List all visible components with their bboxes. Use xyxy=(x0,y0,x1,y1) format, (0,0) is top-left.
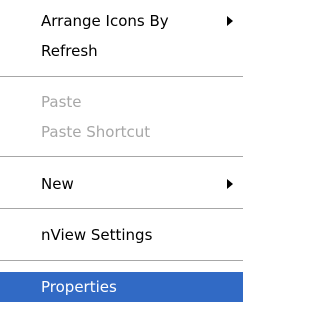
menu-item-label: nView Settings xyxy=(41,226,153,244)
menu-item-label: New xyxy=(41,175,74,193)
menu-item-arrange-icons-by[interactable]: Arrange Icons By xyxy=(0,6,243,36)
menu-item-paste-shortcut: Paste Shortcut xyxy=(0,117,243,147)
menu-item-label: Paste xyxy=(41,93,82,111)
menu-item-label: Arrange Icons By xyxy=(41,12,169,30)
submenu-arrow-icon xyxy=(227,179,233,189)
menu-separator xyxy=(0,260,243,261)
menu-item-properties[interactable]: Properties xyxy=(0,272,243,302)
menu-item-nview-settings[interactable]: nView Settings xyxy=(0,220,243,250)
menu-separator xyxy=(0,208,243,209)
menu-separator xyxy=(0,156,243,157)
menu-item-paste: Paste xyxy=(0,87,243,117)
desktop-context-menu: Arrange Icons By Refresh Paste Paste Sho… xyxy=(0,0,243,313)
menu-item-new[interactable]: New xyxy=(0,169,243,199)
submenu-arrow-icon xyxy=(227,16,233,26)
menu-separator xyxy=(0,76,243,77)
menu-item-refresh[interactable]: Refresh xyxy=(0,36,243,66)
menu-item-label: Paste Shortcut xyxy=(41,123,151,141)
menu-item-label: Refresh xyxy=(41,42,98,60)
menu-item-label: Properties xyxy=(41,278,117,296)
